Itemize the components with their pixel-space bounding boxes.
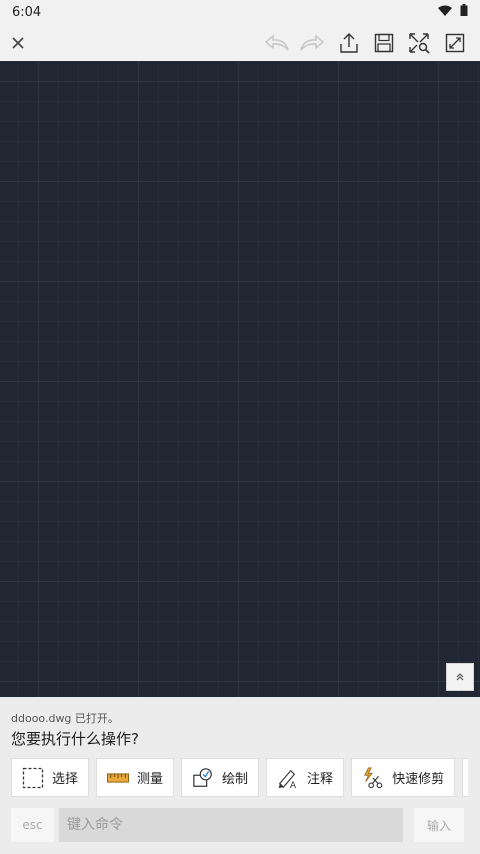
command-row: esc 输入 [11, 808, 469, 842]
command-panel: ddooo.dwg 已打开。 您要执行什么操作? 选择 测量 绘制 A 注释 快… [0, 697, 480, 854]
select-tool-button[interactable]: 选择 [11, 758, 90, 797]
share-icon[interactable] [334, 28, 364, 58]
select-icon [22, 767, 44, 789]
undo-icon[interactable] [262, 28, 292, 58]
redo-icon[interactable] [297, 28, 327, 58]
wifi-icon [438, 5, 452, 20]
tool-bar: 选择 测量 绘制 A 注释 快速修剪 [11, 758, 469, 797]
fullscreen-icon[interactable] [440, 28, 470, 58]
tool-label: 快速修剪 [392, 772, 445, 787]
tool-label: 测量 [137, 772, 164, 787]
zoom-extents-icon[interactable] [404, 28, 434, 58]
ruler-icon [107, 767, 130, 789]
tool-label: 绘制 [222, 772, 249, 787]
draw-icon [192, 767, 214, 789]
quick-trim-icon [362, 767, 384, 789]
status-bar: 6:04 [0, 0, 480, 24]
battery-icon [460, 4, 468, 20]
drawing-canvas[interactable] [0, 61, 480, 697]
save-icon[interactable] [369, 28, 399, 58]
quick-trim-tool-button[interactable]: 快速修剪 [351, 758, 456, 797]
collapse-panel-button[interactable] [446, 663, 474, 691]
command-prompt: 您要执行什么操作? [11, 730, 139, 748]
more-tools-edge[interactable] [462, 758, 469, 797]
close-icon[interactable] [3, 28, 33, 58]
top-toolbar [0, 24, 480, 61]
file-status: ddooo.dwg 已打开。 [11, 712, 119, 725]
enter-button[interactable]: 输入 [414, 808, 464, 842]
status-time: 6:04 [12, 4, 42, 20]
annotate-icon: A [277, 767, 299, 790]
annotate-tool-button[interactable]: A 注释 [266, 758, 345, 797]
command-input[interactable] [59, 808, 403, 842]
tool-label: 选择 [52, 772, 79, 787]
esc-button[interactable]: esc [11, 808, 54, 842]
chevron-double-up-icon [456, 673, 464, 681]
tool-label: 注释 [307, 772, 334, 787]
svg-text:A: A [290, 780, 297, 790]
measure-tool-button[interactable]: 测量 [96, 758, 175, 797]
draw-tool-button[interactable]: 绘制 [181, 758, 260, 797]
